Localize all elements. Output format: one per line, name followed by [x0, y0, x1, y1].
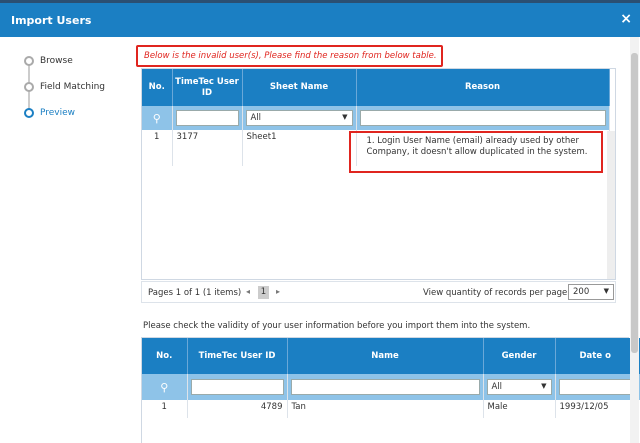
- cell-no: 1: [142, 400, 188, 418]
- prev-page-icon[interactable]: ◂: [246, 287, 250, 296]
- reason-highlight-box: [349, 131, 603, 173]
- step-dot-icon: [24, 56, 34, 66]
- close-icon[interactable]: ×: [620, 11, 632, 27]
- cell-date: 1993/12/05: [555, 400, 640, 418]
- cell-gender: Male: [483, 400, 556, 418]
- chevron-down-icon: ▼: [603, 287, 609, 295]
- col-header-user-id[interactable]: TimeTec User ID: [187, 338, 288, 374]
- step-preview[interactable]: Preview: [24, 100, 134, 126]
- records-per-page-value: 200: [573, 287, 590, 297]
- user-id-filter-input[interactable]: [190, 379, 284, 395]
- step-field-matching[interactable]: Field Matching: [24, 74, 134, 100]
- name-filter-cell: [287, 374, 484, 400]
- name-filter-input[interactable]: [290, 379, 480, 395]
- col-header-user-id[interactable]: TimeTec User ID: [172, 69, 243, 106]
- col-header-no[interactable]: No.: [142, 69, 173, 106]
- search-icon[interactable]: ⚲: [142, 374, 188, 400]
- reason-filter-input[interactable]: [359, 110, 606, 126]
- col-header-reason[interactable]: Reason: [356, 69, 610, 106]
- gender-filter-select[interactable]: All ▼: [486, 379, 552, 395]
- cell-no: 1: [142, 130, 173, 166]
- cell-sheet: Sheet1: [242, 130, 357, 166]
- user-id-filter-cell: [187, 374, 288, 400]
- user-id-filter-cell: [172, 106, 243, 130]
- current-page-button[interactable]: 1: [258, 286, 269, 299]
- gender-filter-cell: All ▼: [483, 374, 556, 400]
- table-row[interactable]: 1 4789 Tan Male 1993/12/05: [142, 400, 640, 418]
- pager: Pages 1 of 1 (1 items) ◂ 1 ▸ View quanti…: [141, 281, 616, 303]
- records-per-page-label: View quantity of records per page: [423, 288, 568, 298]
- chevron-down-icon: ▼: [541, 382, 547, 390]
- valid-users-grid: No. TimeTec User ID Name Gender Date o ⚲…: [141, 337, 640, 443]
- step-label: Preview: [40, 108, 76, 118]
- pager-info: Pages 1 of 1 (1 items): [148, 288, 242, 298]
- step-label: Field Matching: [40, 82, 106, 92]
- dialog-scrollbar-thumb[interactable]: [631, 53, 638, 353]
- next-page-icon[interactable]: ▸: [276, 287, 280, 296]
- chevron-down-icon: ▼: [342, 113, 348, 121]
- sheet-name-filter-select[interactable]: All ▼: [245, 110, 353, 126]
- dialog-scrollbar[interactable]: [630, 37, 639, 443]
- date-filter-input[interactable]: [558, 379, 637, 395]
- step-label: Browse: [40, 56, 73, 66]
- col-header-name[interactable]: Name: [287, 338, 484, 374]
- step-dot-icon: [24, 108, 34, 118]
- dialog-title: Import Users: [11, 14, 92, 27]
- gender-filter-value: All: [491, 382, 503, 392]
- step-dot-icon: [24, 82, 34, 92]
- dialog-titlebar: Import Users ×: [0, 3, 640, 37]
- validity-note: Please check the validity of your user i…: [143, 321, 531, 331]
- sheet-filter-value: All: [250, 113, 262, 123]
- col-header-date[interactable]: Date o: [555, 338, 640, 374]
- cell-user-id: 4789: [187, 400, 288, 418]
- user-id-filter-input[interactable]: [175, 110, 239, 126]
- import-users-dialog: Import Users × Browse Field Matching Pre…: [0, 3, 640, 443]
- col-header-gender[interactable]: Gender: [483, 338, 556, 374]
- cell-name: Tan: [287, 400, 484, 418]
- sheet-filter-cell: All ▼: [242, 106, 357, 130]
- col-header-sheet-name[interactable]: Sheet Name: [242, 69, 357, 106]
- date-filter-cell: [555, 374, 640, 400]
- invalid-users-alert: Below is the invalid user(s), Please fin…: [136, 45, 443, 67]
- cell-user-id: 3177: [172, 130, 243, 166]
- search-icon[interactable]: ⚲: [142, 106, 173, 130]
- records-per-page-select[interactable]: 200 ▼: [568, 284, 614, 300]
- invalid-users-grid: No. TimeTec User ID Sheet Name Reason ⚲ …: [141, 68, 616, 280]
- col-header-no[interactable]: No.: [142, 338, 188, 374]
- step-browse[interactable]: Browse: [24, 48, 134, 74]
- wizard-steps: Browse Field Matching Preview: [24, 48, 134, 126]
- grid-scrollbar[interactable]: [607, 131, 615, 279]
- reason-filter-cell: [356, 106, 610, 130]
